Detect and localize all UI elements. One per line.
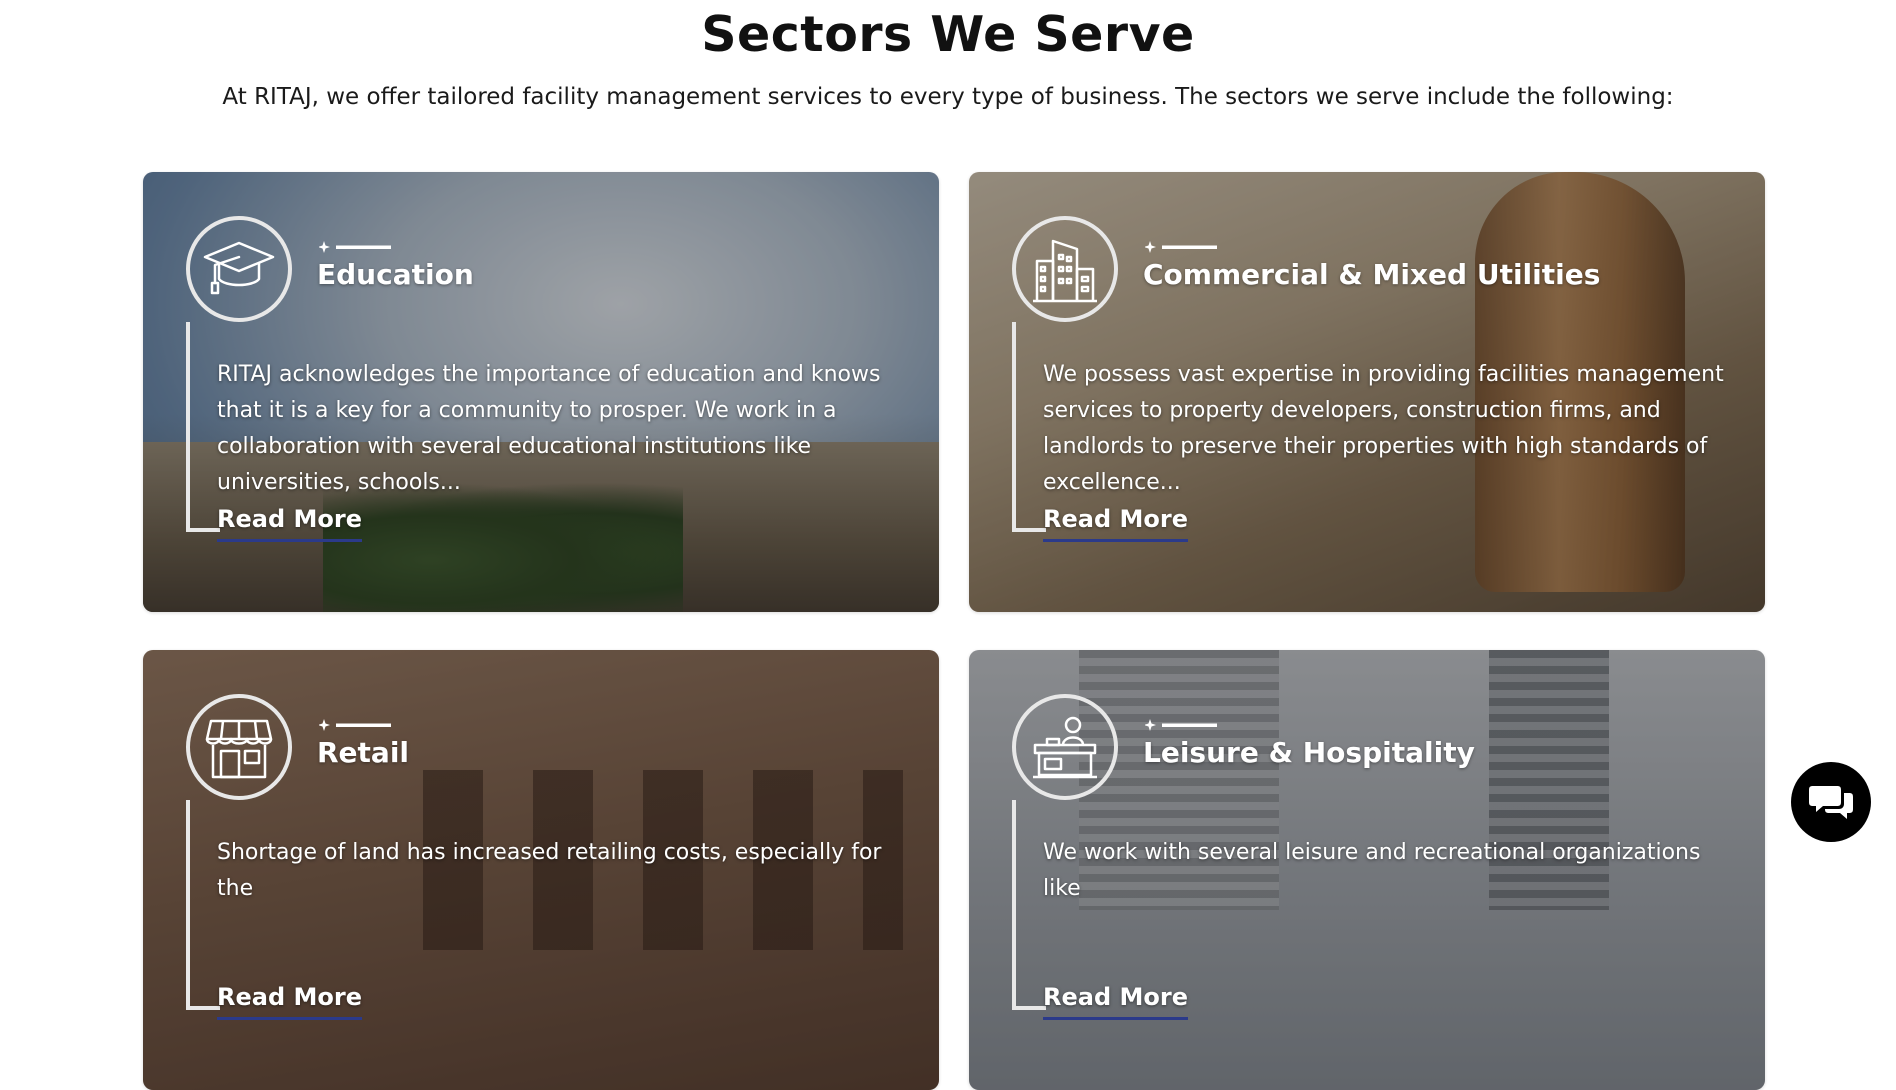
sector-card-education[interactable]: Education RITAJ acknowledges the importa… [143, 172, 939, 612]
title-decoration [319, 241, 391, 253]
card-bracket [186, 322, 220, 532]
buildings-icon [1012, 216, 1118, 322]
title-decoration [1145, 241, 1217, 253]
card-title: Education [317, 258, 474, 291]
reception-desk-icon [1012, 694, 1118, 800]
card-description: We work with several leisure and recreat… [1043, 840, 1701, 901]
read-more-link[interactable]: Read More [1043, 505, 1188, 542]
card-description: RITAJ acknowledges the importance of edu… [217, 362, 881, 495]
page-subtitle: At RITAJ, we offer tailored facility man… [222, 84, 1674, 110]
card-bracket [1012, 322, 1046, 532]
read-more-link[interactable]: Read More [217, 983, 362, 1020]
card-bracket [186, 800, 220, 1010]
card-title: Commercial & Mixed Utilities [1143, 258, 1601, 291]
read-more-link[interactable]: Read More [1043, 983, 1188, 1020]
title-decoration [1145, 719, 1217, 731]
chat-button[interactable] [1791, 762, 1871, 842]
graduation-cap-icon [186, 216, 292, 322]
chat-bubbles-icon [1809, 786, 1853, 819]
page-title: Sectors We Serve [701, 6, 1195, 63]
sector-card-leisure[interactable]: Leisure & Hospitality We work with sever… [969, 650, 1765, 1090]
card-description: Shortage of land has increased retailing… [217, 840, 882, 901]
read-more-link[interactable]: Read More [217, 505, 362, 542]
sector-card-retail[interactable]: Retail Shortage of land has increased re… [143, 650, 939, 1090]
storefront-icon [186, 694, 292, 800]
card-title: Leisure & Hospitality [1143, 736, 1475, 769]
card-title: Retail [317, 736, 410, 769]
card-bracket [1012, 800, 1046, 1010]
title-decoration [319, 719, 391, 731]
card-description: We possess vast expertise in providing f… [1043, 362, 1724, 495]
sector-card-commercial[interactable]: Commercial & Mixed Utilities We possess … [969, 172, 1765, 612]
